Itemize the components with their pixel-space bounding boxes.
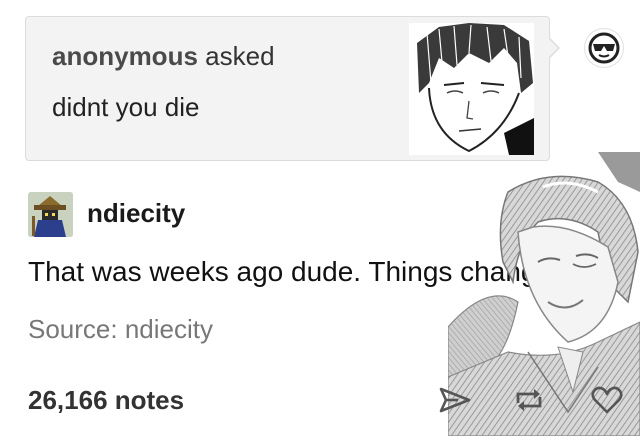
ask-card: anonymous asked didnt you die [25,16,550,161]
notes-count[interactable]: 26,166 notes [28,385,184,416]
ask-bubble-tail [549,38,560,58]
reblog-icon [516,389,542,411]
pixel-art-mage-avatar [28,192,73,237]
post-source[interactable]: Source: ndiecity [28,314,213,345]
share-icon [439,387,471,413]
reblog-button[interactable] [512,383,546,417]
heart-icon [591,386,623,414]
like-button[interactable] [590,383,624,417]
ask-illustration [409,23,534,155]
share-button[interactable] [438,383,472,417]
sunglasses-face-icon [588,32,620,64]
ask-question: didnt you die [52,92,200,122]
asked-label: asked [205,41,275,71]
asker-avatar[interactable] [584,28,624,68]
avatar[interactable] [28,192,73,237]
ask-header: anonymous asked [52,41,275,72]
asker-name[interactable]: anonymous [52,41,198,71]
post-username[interactable]: ndiecity [87,198,185,229]
